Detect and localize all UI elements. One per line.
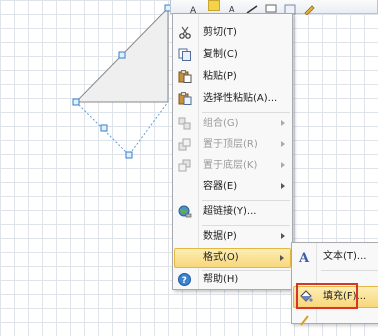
submenu-item-label: 文本(T)... [323, 251, 367, 262]
submenu-arrow-icon [281, 233, 285, 239]
submenu-item-partial[interactable] [293, 309, 378, 331]
menu-item-label: 超链接(Y)... [203, 206, 257, 217]
menu-item-label: 剪切(T) [203, 27, 237, 38]
menu-item-label: 组合(G) [203, 118, 239, 129]
text-block-icon[interactable] [284, 0, 296, 15]
paste-special-icon [178, 92, 192, 105]
resize-handle-bottom-left[interactable] [72, 98, 80, 106]
highlight-color-icon[interactable] [208, 0, 220, 11]
menu-item-hyperlink[interactable]: 超链接(Y)... [174, 201, 291, 222]
menu-item-container[interactable]: 容器(E) [174, 176, 291, 197]
submenu-item-label: 填充(F)... [323, 291, 367, 302]
fill-bucket-icon [299, 290, 313, 304]
line-color-icon[interactable] [246, 0, 258, 14]
font-color-icon[interactable]: A [227, 0, 239, 15]
menu-item-label: 数据(P) [203, 231, 237, 242]
submenu-arrow-icon [281, 183, 285, 189]
menu-item-group[interactable]: 组合(G) [174, 113, 291, 134]
menu-separator [321, 270, 378, 271]
menu-item-bring-to-front[interactable]: 置于顶层(R) [174, 134, 291, 155]
menu-item-send-to-back[interactable]: 置于底层(K) [174, 155, 291, 176]
menu-item-label: 置于底层(K) [203, 160, 258, 171]
menu-item-label: 置于顶层(R) [203, 139, 258, 150]
line-pencil-icon [298, 313, 312, 327]
context-menu: 剪切(T) 复制(C) 粘贴(P) 选择性粘贴(A)... 组合(G) 置于顶层… [172, 13, 293, 290]
group-icon [178, 117, 192, 130]
submenu-item-text[interactable]: A 文本(T)... [293, 246, 378, 268]
menu-item-label: 复制(C) [203, 49, 238, 60]
menu-item-paste[interactable]: 粘贴(P) [174, 66, 291, 87]
submenu-arrow-icon [281, 162, 285, 168]
paste-icon [178, 70, 192, 83]
submenu-item-fill[interactable]: 填充(F)... [293, 286, 378, 308]
mini-toolbar: A A [170, 0, 378, 16]
hyperlink-globe-icon [178, 205, 192, 218]
menu-item-label: 容器(E) [203, 181, 238, 192]
drawing-canvas[interactable]: A A 剪切(T) 复制(C) 粘贴(P) 选择性粘贴(A)... 组合(G) … [0, 0, 378, 326]
menu-item-help[interactable]: ? 帮助(H) [174, 269, 291, 290]
menu-item-label: 粘贴(P) [203, 71, 237, 82]
scissors-icon [178, 26, 192, 39]
help-icon: ? [178, 273, 192, 286]
menu-item-format[interactable]: 格式(O) [174, 248, 291, 268]
resize-handle-bottom[interactable] [125, 151, 133, 159]
fill-color-icon[interactable] [265, 0, 277, 15]
resize-handle-guide-left[interactable] [100, 124, 108, 132]
menu-item-label: 帮助(H) [203, 274, 239, 285]
submenu-arrow-icon [281, 120, 285, 126]
rotation-guide [75, 101, 169, 156]
svg-text:?: ? [182, 276, 187, 286]
bring-to-front-icon [178, 138, 192, 151]
menu-item-label: 格式(O) [203, 252, 239, 263]
menu-item-paste-special[interactable]: 选择性粘贴(A)... [174, 88, 291, 109]
menu-item-cut[interactable]: 剪切(T) [174, 22, 291, 43]
submenu-arrow-icon [280, 255, 284, 261]
resize-handle-mid-left[interactable] [118, 51, 126, 59]
submenu-arrow-icon [281, 141, 285, 147]
format-painter-icon[interactable] [303, 0, 315, 16]
format-submenu: A 文本(T)... 填充(F)... [291, 242, 378, 326]
menu-item-copy[interactable]: 复制(C) [174, 44, 291, 65]
menu-item-label: 选择性粘贴(A)... [203, 93, 278, 104]
svg-text:A: A [298, 251, 310, 264]
text-a-icon: A [298, 250, 312, 266]
menu-item-data[interactable]: 数据(P) [174, 226, 291, 247]
send-to-back-icon [178, 159, 192, 172]
copy-icon [178, 48, 192, 61]
font-size-icon[interactable]: A [189, 0, 201, 16]
